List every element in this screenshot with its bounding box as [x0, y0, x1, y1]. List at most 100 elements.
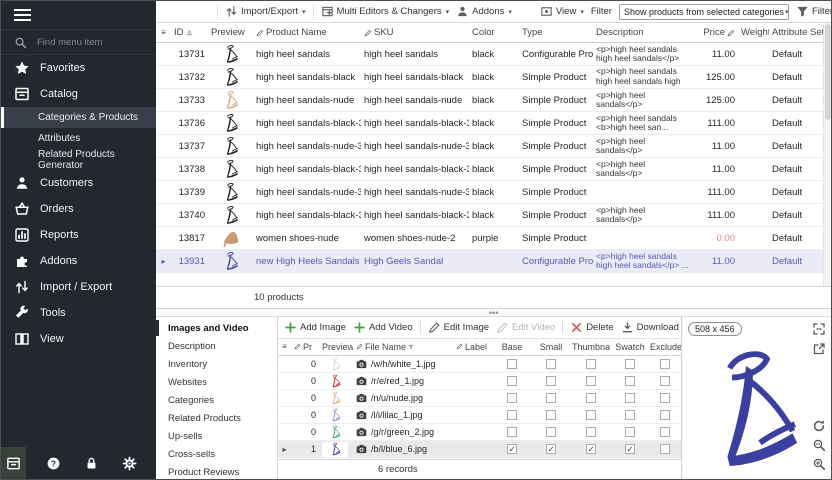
grid-scrollbar[interactable] [823, 23, 831, 286]
sidebar-item-favorites[interactable]: Favorites [1, 55, 156, 81]
tab-inventory[interactable]: Inventory [156, 355, 277, 373]
checkbox-base[interactable] [493, 410, 531, 420]
sidebar-item-customers[interactable]: Customers [1, 170, 156, 196]
checkbox-exclude[interactable] [649, 376, 681, 386]
view-menu[interactable]: View▾ [540, 5, 584, 18]
product-row-13736[interactable]: 13736high heel sandals-black-36high heel… [156, 112, 831, 135]
image-column-header-thumbna[interactable]: Thumbna [571, 342, 611, 352]
product-row-13737[interactable]: 13737high heel sandals-nude-36high heel … [156, 135, 831, 158]
product-row-13739[interactable]: 13739high heel sandals-nude-37high heel … [156, 181, 831, 204]
fit-image-icon[interactable] [812, 322, 826, 336]
checkbox-base[interactable] [493, 393, 531, 403]
product-row-13740[interactable]: 13740high heel sandals-black-38high heel… [156, 204, 831, 227]
checkbox-thumbnail[interactable]: ✓ [571, 444, 611, 454]
checkbox-base[interactable] [493, 359, 531, 369]
column-header-description[interactable]: Description [593, 27, 693, 38]
image-row-white_1.jpg[interactable]: 0/w/h/white_1.jpg [278, 356, 681, 373]
checkbox-swatch[interactable] [611, 393, 649, 403]
menu-search-input[interactable] [35, 36, 135, 49]
image-row-lilac_1.jpg[interactable]: 0/l/i/lilac_1.jpg [278, 407, 681, 424]
checkbox-exclude[interactable] [649, 410, 681, 420]
import-export-menu[interactable]: Import/Export▾ [225, 5, 306, 18]
column-header-type[interactable]: Type [519, 27, 593, 38]
sidebar-item-tools[interactable]: Tools [1, 300, 156, 326]
column-header-attribute-set-name[interactable]: Attribute Set Name [769, 27, 825, 38]
checkbox-small[interactable] [531, 376, 571, 386]
multi-editors-menu[interactable]: Multi Editors & Changers▾ [321, 5, 450, 18]
sidebar-search[interactable] [1, 29, 156, 55]
filters-menu[interactable]: Filters▾ [796, 5, 832, 18]
sidebar-item-related-products-generator[interactable]: Related Products Generator [1, 149, 156, 170]
sidebar-item-categories-products[interactable]: Categories & Products [1, 107, 156, 128]
checkbox-swatch[interactable] [611, 376, 649, 386]
column-header-price[interactable]: Price [693, 27, 738, 38]
image-column-header-exclude[interactable]: Exclude [649, 342, 681, 352]
checkbox-base[interactable]: ✓ [493, 444, 531, 454]
add-video-button[interactable]: Add Video [353, 321, 413, 334]
tab-product-reviews[interactable]: Product Reviews [156, 463, 277, 480]
column-header-sku[interactable]: SKU [361, 27, 469, 38]
product-row-13738[interactable]: 13738high heel sandals-black-37high heel… [156, 158, 831, 181]
zoom-in-icon[interactable] [812, 457, 826, 471]
column-header-color[interactable]: Color [469, 27, 519, 38]
checkbox-small[interactable]: ✓ [531, 444, 571, 454]
category-filter-select[interactable]: Show products from selected categories▾ [619, 4, 789, 20]
checkbox-swatch[interactable] [611, 427, 649, 437]
pane-splitter[interactable]: ••• [156, 309, 831, 316]
checkbox-small[interactable] [531, 393, 571, 403]
sidebar-item-reports[interactable]: Reports [1, 222, 156, 248]
checkbox-exclude[interactable] [649, 427, 681, 437]
sidebar-item-import-export[interactable]: Import / Export [1, 274, 156, 300]
image-column-header-preview[interactable]: Preview [319, 342, 353, 352]
footer-lock-icon[interactable] [72, 447, 110, 479]
image-row-blue_6.jpg[interactable]: ▸1/b/l/blue_6.jpg✓✓✓✓ [278, 441, 681, 458]
checkbox-exclude[interactable] [649, 359, 681, 369]
sidebar-item-attributes[interactable]: Attributes [1, 128, 156, 149]
tab-websites[interactable]: Websites [156, 373, 277, 391]
checkbox-exclude[interactable] [649, 393, 681, 403]
add-image-button[interactable]: Add Image [284, 321, 346, 334]
column-header-id[interactable]: ID [171, 27, 208, 38]
tab-cross-sells[interactable]: Cross-sells [156, 445, 277, 463]
rotate-image-icon[interactable] [812, 419, 826, 433]
image-column-header-pr[interactable]: Pr [291, 342, 319, 352]
menu-toggle-icon[interactable] [1, 1, 156, 29]
checkbox-swatch[interactable] [611, 359, 649, 369]
column-header-weight[interactable]: Weight [738, 27, 769, 38]
addons-menu[interactable]: Addons▾ [456, 5, 512, 18]
tab-images-and-video[interactable]: Images and Video [156, 319, 277, 337]
tab-related-products[interactable]: Related Products [156, 409, 277, 427]
checkbox-base[interactable] [493, 427, 531, 437]
checkbox-small[interactable] [531, 359, 571, 369]
checkbox-thumbnail[interactable] [571, 410, 611, 420]
sidebar-item-view[interactable]: View [1, 326, 156, 352]
image-row-red_1.jpg[interactable]: 0/r/e/red_1.jpg [278, 373, 681, 390]
tab-description[interactable]: Description [156, 337, 277, 355]
image-column-header-swatch[interactable]: Swatch [611, 342, 649, 352]
column-header-product-name[interactable]: Product Name [253, 27, 361, 38]
sidebar-item-catalog[interactable]: Catalog [1, 81, 156, 107]
checkbox-base[interactable] [493, 376, 531, 386]
image-column-header-base[interactable]: Base [493, 342, 531, 352]
footer-settings-icon[interactable] [110, 447, 148, 479]
checkbox-thumbnail[interactable] [571, 393, 611, 403]
checkbox-swatch[interactable]: ✓ [611, 444, 649, 454]
zoom-out-icon[interactable] [812, 438, 826, 452]
sidebar-item-addons[interactable]: Addons [1, 248, 156, 274]
tab-up-sells[interactable]: Up-sells [156, 427, 277, 445]
image-column-header-file-name[interactable]: File Name [353, 342, 453, 352]
open-external-icon[interactable] [812, 342, 826, 356]
checkbox-thumbnail[interactable] [571, 376, 611, 386]
checkbox-small[interactable] [531, 427, 571, 437]
sidebar-item-orders[interactable]: Orders [1, 196, 156, 222]
product-row-13731[interactable]: 13731high heel sandalshigh heel sandalsb… [156, 43, 831, 66]
footer-store-icon[interactable] [1, 447, 26, 479]
product-row-13732[interactable]: 13732high heel sandals-blackhigh heel sa… [156, 66, 831, 89]
product-row-13931[interactable]: ▸13931new High Heels SandalsHigh Geels S… [156, 250, 831, 273]
checkbox-small[interactable] [531, 410, 571, 420]
image-column-header-label[interactable]: Label [453, 342, 493, 352]
product-row-13733[interactable]: 13733high heel sandals-nudehigh heel san… [156, 89, 831, 112]
download-image-button[interactable]: Download Image [621, 321, 681, 334]
tab-categories[interactable]: Categories [156, 391, 277, 409]
delete-button[interactable]: Delete [570, 321, 613, 334]
